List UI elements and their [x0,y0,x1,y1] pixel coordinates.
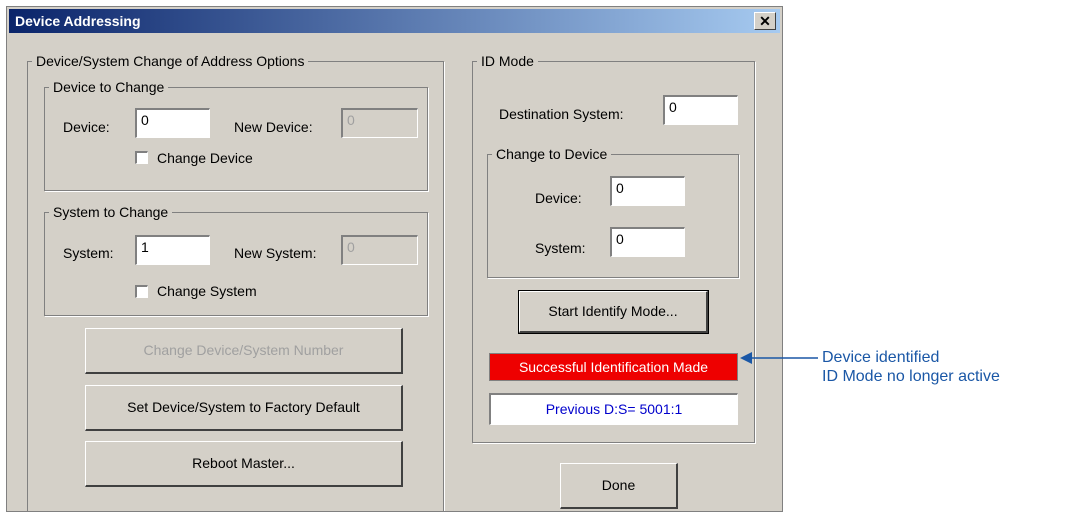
system-to-change-legend: System to Change [53,204,169,220]
previous-ds-readout: Previous D:S= 5001:1 [489,393,738,425]
change-number-button[interactable]: Change Device/System Number [85,328,403,374]
start-identify-button[interactable]: Start Identify Mode... [518,290,709,334]
close-icon[interactable]: ✕ [754,12,776,30]
device-to-change-legend: Device to Change [53,79,165,95]
title-bar[interactable]: Device Addressing ✕ [9,9,780,33]
reboot-master-button[interactable]: Reboot Master... [85,441,403,487]
device-addressing-dialog: Device Addressing ✕ Device/System Change… [6,6,783,512]
id-system-input[interactable]: 0 [610,227,685,257]
id-system-label: System: [535,240,586,256]
change-system-checkbox[interactable] [135,285,148,298]
identification-status-badge: Successful Identification Made [489,353,738,381]
new-system-label: New System: [234,245,317,261]
change-to-device-group: Change to Device [487,146,739,278]
destination-system-input[interactable]: 0 [663,95,738,125]
change-options-legend: Device/System Change of Address Options [36,53,305,69]
device-label: Device: [63,119,110,135]
change-system-label[interactable]: Change System [157,283,257,299]
window-title: Device Addressing [15,13,141,29]
annotation-line-1: Device identified [822,349,940,366]
id-mode-legend: ID Mode [481,53,534,69]
factory-default-button[interactable]: Set Device/System to Factory Default [85,385,403,431]
system-input[interactable]: 1 [135,235,210,265]
id-device-label: Device: [535,190,582,206]
device-input[interactable]: 0 [135,108,210,138]
annotation-line-2: ID Mode no longer active [822,368,1000,385]
callout-arrow-icon [740,352,818,364]
change-device-label[interactable]: Change Device [157,150,253,166]
change-device-checkbox[interactable] [135,151,148,164]
new-device-input[interactable]: 0 [341,108,418,138]
change-to-device-legend: Change to Device [496,146,608,162]
system-label: System: [63,245,114,261]
annotation-callout: Device identified ID Mode no longer acti… [822,348,1000,386]
new-system-input[interactable]: 0 [341,235,418,265]
destination-system-label: Destination System: [499,106,624,122]
new-device-label: New Device: [234,119,313,135]
id-device-input[interactable]: 0 [610,176,685,206]
done-button[interactable]: Done [560,463,678,509]
